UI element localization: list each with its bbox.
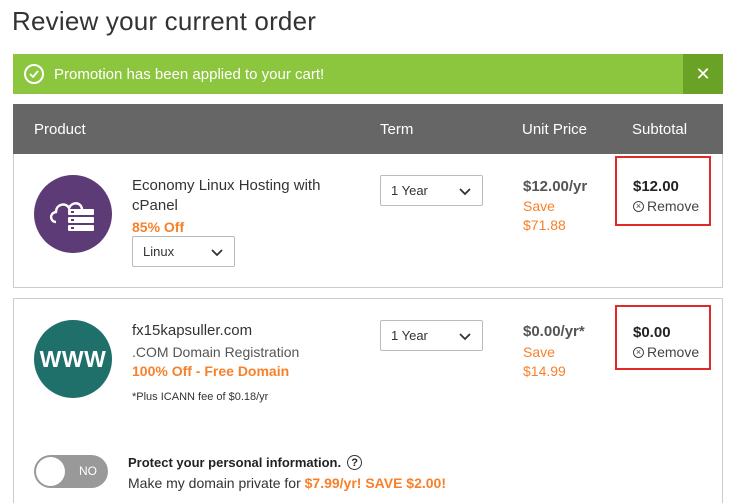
www-globe-icon: WWW	[34, 320, 112, 398]
privacy-toggle[interactable]: NO	[34, 455, 108, 488]
unit-price: $0.00/yr*	[523, 323, 585, 340]
save-amount: $71.88	[523, 217, 566, 233]
cart-item-domain: WWW fx15kapsuller.com .COM Domain Regist…	[13, 298, 723, 503]
promo-banner: Promotion has been applied to your cart!…	[13, 54, 723, 94]
term-select[interactable]: 1 Year	[380, 320, 483, 351]
privacy-title: Protect your personal information. ?	[128, 455, 363, 470]
toggle-state-label: NO	[79, 464, 97, 478]
subtotal-value: $0.00	[633, 324, 671, 341]
privacy-offer: Make my domain private for $7.99/yr! SAV…	[128, 475, 446, 491]
privacy-offer-price[interactable]: $7.99/yr! SAVE $2.00!	[305, 475, 446, 491]
toggle-knob	[36, 457, 65, 486]
os-select[interactable]: Linux	[132, 236, 235, 267]
page-title: Review your current order	[12, 6, 317, 36]
remove-circle-icon: ×	[633, 200, 644, 212]
promo-message: Promotion has been applied to your cart!	[54, 65, 325, 83]
table-header: Product Term Unit Price Subtotal	[13, 104, 723, 154]
cart-item-hosting: Economy Linux Hosting with cPanel 85% Of…	[13, 154, 723, 288]
column-header-term: Term	[380, 121, 414, 138]
close-promo-button[interactable]: ✕	[683, 54, 723, 94]
subtotal-value: $12.00	[633, 178, 679, 195]
remove-circle-icon: ×	[633, 346, 644, 358]
remove-button[interactable]: × Remove	[633, 344, 699, 360]
domain-name: fx15kapsuller.com	[132, 322, 253, 339]
column-header-product: Product	[34, 121, 86, 138]
chevron-down-icon	[459, 188, 471, 196]
save-label: Save	[523, 344, 555, 360]
domain-subtitle: .COM Domain Registration	[132, 344, 300, 360]
chevron-down-icon	[459, 333, 471, 341]
check-circle-icon	[24, 64, 44, 84]
save-amount: $14.99	[523, 363, 566, 379]
remove-button[interactable]: × Remove	[633, 198, 699, 214]
os-select-value: Linux	[143, 244, 175, 259]
remove-label: Remove	[647, 344, 700, 360]
chevron-down-icon	[211, 249, 223, 257]
save-label: Save	[523, 198, 555, 214]
privacy-title-text: Protect your personal information.	[128, 455, 342, 470]
icann-fee-note: *Plus ICANN fee of $0.18/yr	[132, 391, 269, 403]
unit-price: $12.00/yr	[523, 178, 588, 195]
term-select[interactable]: 1 Year	[380, 175, 483, 206]
term-select-value: 1 Year	[391, 328, 428, 343]
discount-label: 100% Off - Free Domain	[132, 363, 290, 379]
privacy-offer-prefix: Make my domain private for	[128, 475, 305, 491]
discount-label: 85% Off	[132, 219, 185, 235]
column-header-subtotal: Subtotal	[632, 121, 688, 138]
remove-label: Remove	[647, 198, 700, 214]
help-icon[interactable]: ?	[347, 455, 363, 470]
product-name: Economy Linux Hosting with cPanel	[132, 177, 321, 214]
term-select-value: 1 Year	[391, 183, 428, 198]
column-header-unit-price: Unit Price	[522, 121, 588, 138]
server-cloud-icon	[34, 175, 112, 253]
